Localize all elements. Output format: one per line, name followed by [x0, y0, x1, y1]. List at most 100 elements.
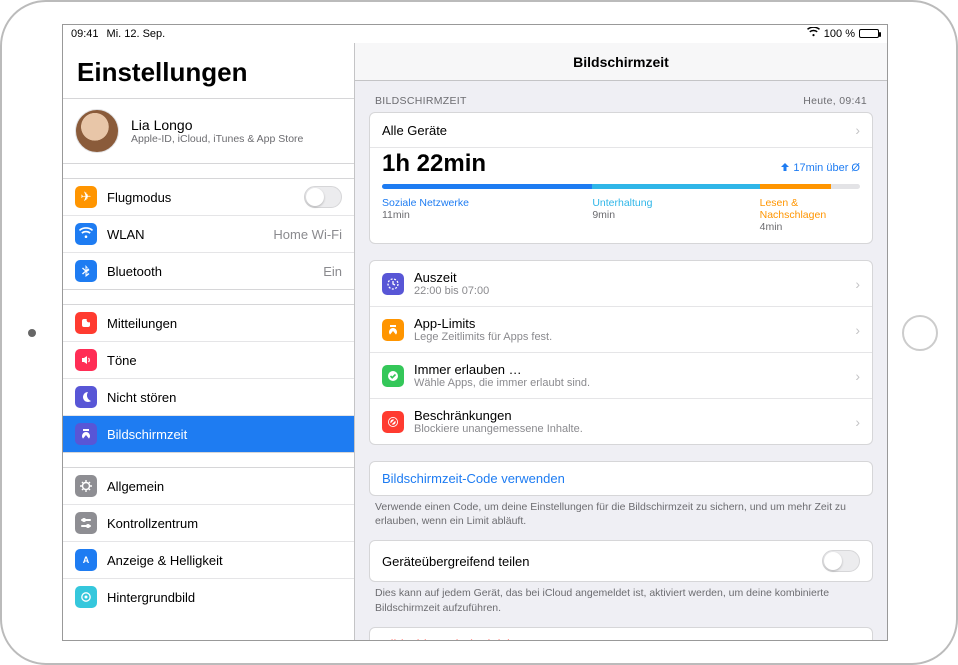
restrict-icon: [382, 411, 404, 433]
limits-title: App-Limits: [414, 316, 845, 331]
legend-c-name: Lesen & Nachschlagen: [760, 197, 860, 221]
share-row[interactable]: Geräteübergreifend teilen: [370, 541, 872, 581]
total-time-row: 1h 22min 17min über Ø: [370, 148, 872, 184]
cc-icon: [75, 512, 97, 534]
notif-label: Mitteilungen: [107, 316, 342, 331]
battery-icon: [859, 29, 879, 38]
sidebar-title: Einstellungen: [63, 43, 354, 98]
wifi-label: WLAN: [107, 227, 263, 242]
svg-text:A: A: [83, 555, 90, 565]
display-icon: A: [75, 549, 97, 571]
legend-b-name: Unterhaltung: [592, 197, 759, 209]
avatar: [75, 109, 119, 153]
battery-pct: 100 %: [824, 28, 855, 40]
share-switch[interactable]: [822, 550, 860, 572]
sidebar: Einstellungen Lia Longo Apple-ID, iCloud…: [63, 43, 355, 640]
home-button[interactable]: [902, 315, 938, 351]
sounds-icon: [75, 349, 97, 371]
dnd-icon: [75, 386, 97, 408]
airplane-switch[interactable]: [304, 186, 342, 208]
general-group: Allgemein Kontrollzentrum A Anzeige & He…: [63, 467, 354, 615]
main-scroll[interactable]: Bildschirmzeit Heute, 09:41 Alle Geräte …: [355, 81, 887, 640]
all-devices-label: Alle Geräte: [382, 123, 845, 138]
sidebar-item-bluetooth[interactable]: Bluetooth Ein: [63, 253, 354, 289]
limits-sub: Lege Zeitlimits für Apps fest.: [414, 331, 845, 343]
profile-group: Lia Longo Apple-ID, iCloud, iTunes & App…: [63, 98, 354, 164]
total-time: 1h 22min: [382, 150, 486, 178]
sidebar-item-notifications[interactable]: Mitteilungen: [63, 305, 354, 342]
camera-dot: [28, 329, 36, 337]
screentime-label: Bildschirmzeit: [107, 427, 342, 442]
status-bar: 09:41 Mi. 12. Sep. 100 %: [63, 25, 887, 43]
chevron-right-icon: ›: [855, 322, 860, 338]
sidebar-item-wifi[interactable]: WLAN Home Wi-Fi: [63, 216, 354, 253]
option-limits[interactable]: App-Limits Lege Zeitlimits für Apps fest…: [370, 307, 872, 353]
dnd-label: Nicht stören: [107, 390, 342, 405]
cc-label: Kontrollzentrum: [107, 516, 342, 531]
passcode-desc: Verwende einen Code, um deine Einstellun…: [369, 496, 873, 540]
disable-card: Bildschirmzeit deaktivieren: [369, 627, 873, 640]
airplane-icon: ✈: [75, 186, 97, 208]
usage-bar: [382, 184, 860, 189]
sidebar-item-screentime[interactable]: Bildschirmzeit: [63, 416, 354, 452]
sidebar-item-wallpaper[interactable]: Hintergrundbild: [63, 579, 354, 615]
wallpaper-label: Hintergrundbild: [107, 590, 342, 605]
screentime-icon: [75, 423, 97, 445]
option-downtime[interactable]: Auszeit 22:00 bis 07:00 ›: [370, 261, 872, 307]
allow-icon: [382, 365, 404, 387]
notifications-icon: [75, 312, 97, 334]
chevron-right-icon: ›: [855, 276, 860, 292]
limits-icon: [382, 319, 404, 341]
bt-value: Ein: [323, 264, 342, 279]
sounds-label: Töne: [107, 353, 342, 368]
wifi-value: Home Wi-Fi: [273, 227, 342, 242]
main-pane: Bildschirmzeit Bildschirmzeit Heute, 09:…: [355, 43, 887, 640]
profile-row[interactable]: Lia Longo Apple-ID, iCloud, iTunes & App…: [63, 99, 354, 163]
wifi-icon: [807, 27, 820, 40]
option-allow[interactable]: Immer erlauben … Wähle Apps, die immer e…: [370, 353, 872, 399]
downtime-title: Auszeit: [414, 270, 845, 285]
option-restrictions[interactable]: Beschränkungen Blockiere unangemessene I…: [370, 399, 872, 444]
restrict-sub: Blockiere unangemessene Inhalte.: [414, 423, 845, 435]
usage-header-right: Heute, 09:41: [803, 95, 867, 107]
display-label: Anzeige & Helligkeit: [107, 553, 342, 568]
share-desc: Dies kann auf jedem Gerät, das bei iClou…: [369, 582, 873, 626]
allow-title: Immer erlauben …: [414, 362, 845, 377]
legend-c-val: 4min: [760, 221, 860, 233]
passcode-label: Bildschirmzeit-Code verwenden: [382, 471, 565, 486]
bar-reading: [760, 184, 832, 189]
share-label: Geräteübergreifend teilen: [382, 554, 812, 569]
disable-label: Bildschirmzeit deaktivieren: [382, 637, 536, 640]
options-card: Auszeit 22:00 bis 07:00 › App-Limits: [369, 260, 873, 445]
chevron-right-icon: ›: [855, 368, 860, 384]
page-title: Bildschirmzeit: [355, 43, 887, 81]
bar-entertainment: [592, 184, 759, 189]
sidebar-item-sounds[interactable]: Töne: [63, 342, 354, 379]
share-card: Geräteübergreifend teilen: [369, 540, 873, 582]
profile-name: Lia Longo: [131, 117, 303, 133]
bt-label: Bluetooth: [107, 264, 313, 279]
all-devices-row[interactable]: Alle Geräte ›: [370, 113, 872, 148]
sidebar-item-dnd[interactable]: Nicht stören: [63, 379, 354, 416]
restrict-title: Beschränkungen: [414, 408, 845, 423]
passcode-row[interactable]: Bildschirmzeit-Code verwenden: [370, 462, 872, 495]
screen: 09:41 Mi. 12. Sep. 100 % Einstellungen: [62, 24, 888, 641]
passcode-card: Bildschirmzeit-Code verwenden: [369, 461, 873, 496]
usage-legend: Soziale Netzwerke 11min Unterhaltung 9mi…: [370, 197, 872, 243]
sidebar-item-display[interactable]: A Anzeige & Helligkeit: [63, 542, 354, 579]
sidebar-item-airplane[interactable]: ✈ Flugmodus: [63, 179, 354, 216]
usage-header-left: Bildschirmzeit: [375, 95, 467, 107]
profile-sub: Apple-ID, iCloud, iTunes & App Store: [131, 133, 303, 145]
sidebar-item-control-center[interactable]: Kontrollzentrum: [63, 505, 354, 542]
bar-social: [382, 184, 592, 189]
delta-text: 17min über Ø: [793, 162, 860, 174]
status-date: Mi. 12. Sep.: [107, 28, 166, 40]
connectivity-group: ✈ Flugmodus WLAN Home Wi-Fi: [63, 178, 354, 290]
disable-row[interactable]: Bildschirmzeit deaktivieren: [370, 628, 872, 640]
usage-card: Alle Geräte › 1h 22min 17min über Ø: [369, 112, 873, 244]
downtime-sub: 22:00 bis 07:00: [414, 285, 845, 297]
focus-group: Mitteilungen Töne Nicht stören: [63, 304, 354, 453]
general-icon: [75, 475, 97, 497]
legend-a-val: 11min: [382, 209, 592, 221]
sidebar-item-general[interactable]: Allgemein: [63, 468, 354, 505]
